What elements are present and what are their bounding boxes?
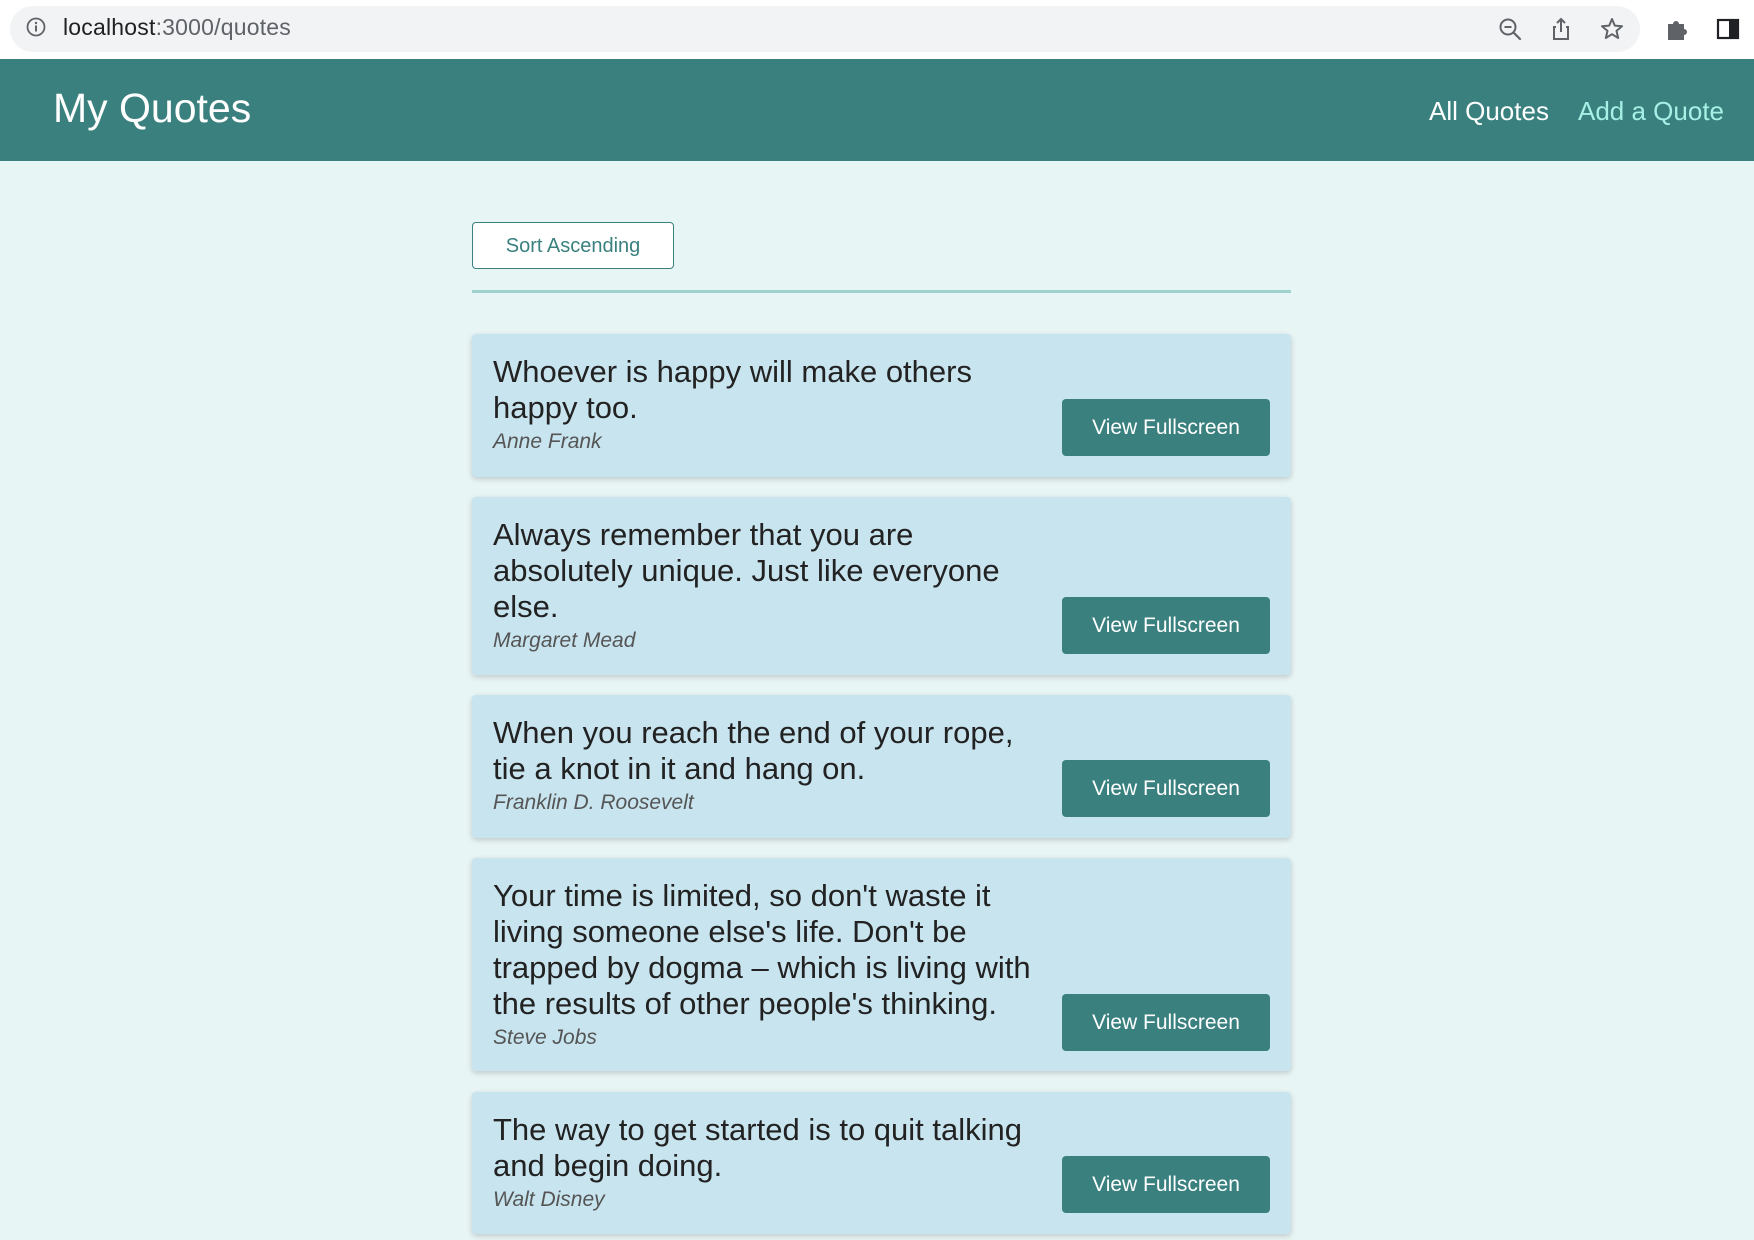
quote-card: Your time is limited, so don't waste it … xyxy=(472,858,1291,1071)
view-fullscreen-button[interactable]: View Fullscreen xyxy=(1062,760,1270,817)
quote-card: Always remember that you are absolutely … xyxy=(472,497,1291,675)
view-fullscreen-button[interactable]: View Fullscreen xyxy=(1062,597,1270,654)
quote-card: When you reach the end of your rope, tie… xyxy=(472,695,1291,838)
url-text[interactable]: localhost:3000/quotes xyxy=(63,14,291,41)
bookmark-star-icon[interactable] xyxy=(1599,16,1625,42)
quote-text: Always remember that you are absolutely … xyxy=(493,517,1000,624)
quote-figure: Whoever is happy will make others happy … xyxy=(493,354,1033,455)
view-fullscreen-button[interactable]: View Fullscreen xyxy=(1062,399,1270,456)
quote-text: Whoever is happy will make others happy … xyxy=(493,354,972,425)
app-title: My Quotes xyxy=(53,85,252,131)
quote-text: The way to get started is to quit talkin… xyxy=(493,1112,1022,1183)
browser-toolbar: localhost:3000/quotes xyxy=(0,0,1754,59)
quote-figure: When you reach the end of your rope, tie… xyxy=(493,715,1033,816)
quote-card: The way to get started is to quit talkin… xyxy=(472,1092,1291,1234)
quote-text: Your time is limited, so don't waste it … xyxy=(493,878,1031,1021)
quote-figure: Always remember that you are absolutely … xyxy=(493,517,1033,654)
side-panel-icon[interactable] xyxy=(1715,16,1741,42)
quote-author: Anne Frank xyxy=(493,430,602,453)
view-fullscreen-button[interactable]: View Fullscreen xyxy=(1062,1156,1270,1213)
quote-author: Walt Disney xyxy=(493,1188,605,1211)
app-navbar: My Quotes All Quotes Add a Quote xyxy=(0,59,1754,161)
quote-figure: Your time is limited, so don't waste it … xyxy=(493,878,1033,1051)
url-path: :3000/quotes xyxy=(155,14,291,40)
share-icon[interactable] xyxy=(1548,16,1574,42)
quote-card: Whoever is happy will make others happy … xyxy=(472,334,1291,477)
sort-ascending-button[interactable]: Sort Ascending xyxy=(472,222,674,269)
quote-author: Margaret Mead xyxy=(493,629,636,652)
nav-all-quotes-link[interactable]: All Quotes xyxy=(1429,96,1549,127)
zoom-out-icon[interactable] xyxy=(1497,16,1523,42)
extensions-puzzle-icon[interactable] xyxy=(1664,16,1690,42)
divider xyxy=(472,290,1291,293)
info-icon[interactable] xyxy=(26,17,46,37)
view-fullscreen-button[interactable]: View Fullscreen xyxy=(1062,994,1270,1051)
nav-add-quote-link[interactable]: Add a Quote xyxy=(1578,96,1724,127)
quote-author: Franklin D. Roosevelt xyxy=(493,791,694,814)
quote-text: When you reach the end of your rope, tie… xyxy=(493,715,1014,786)
quote-author: Steve Jobs xyxy=(493,1026,597,1049)
quote-figure: The way to get started is to quit talkin… xyxy=(493,1112,1033,1213)
url-host: localhost xyxy=(63,14,156,40)
